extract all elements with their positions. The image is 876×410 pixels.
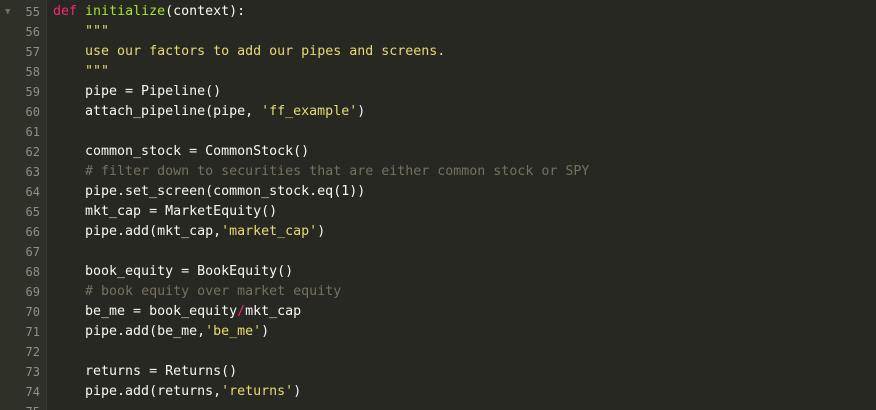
line-code: pipe.add(mkt_cap,'market_cap'): [53, 222, 325, 242]
line-code: attach_pipeline(pipe, 'ff_example'): [53, 102, 365, 122]
code-token-kw: def: [53, 4, 78, 19]
code-line[interactable]: 59 pipe = Pipeline(): [0, 82, 876, 102]
code-token-str: """: [85, 24, 110, 39]
code-line[interactable]: 64 pipe.set_screen(common_stock.eq(1)): [0, 182, 876, 202]
code-token-plain: pipe.add(returns,: [53, 384, 222, 399]
line-number: 66: [25, 225, 40, 239]
line-number: 70: [25, 305, 40, 319]
line-code: pipe.set_screen(common_stock.eq(1)): [53, 182, 365, 202]
line-number: 63: [25, 165, 40, 179]
line-number: 60: [25, 105, 40, 119]
code-line[interactable]: 57 use our factors to add our pipes and …: [0, 42, 876, 62]
line-number: 55: [25, 5, 40, 19]
line-number: 71: [25, 325, 40, 339]
line-code: be_me = book_equity/mkt_cap: [53, 302, 301, 322]
code-token-plain: returns = Returns(): [53, 364, 238, 379]
code-token-com: # filter down to securities that are eit…: [85, 164, 590, 179]
code-line[interactable]: 75: [0, 402, 876, 410]
line-number: 58: [25, 65, 40, 79]
line-number: 61: [25, 125, 40, 139]
code-token-plain: attach_pipeline(pipe,: [53, 104, 262, 119]
line-number: 73: [25, 365, 40, 379]
line-number: 62: [25, 145, 40, 159]
code-token-plain: ): [317, 224, 326, 239]
line-number: 56: [25, 25, 40, 39]
code-line[interactable]: 72: [0, 342, 876, 362]
code-token-op: /: [237, 304, 246, 319]
code-line[interactable]: 67: [0, 242, 876, 262]
code-token-str: 'ff_example': [261, 104, 358, 119]
code-token-plain: pipe.add(mkt_cap,: [53, 224, 222, 239]
code-line[interactable]: 66 pipe.add(mkt_cap,'market_cap'): [0, 222, 876, 242]
code-line[interactable]: 71 pipe.add(be_me,'be_me'): [0, 322, 876, 342]
line-code: pipe = Pipeline(): [53, 82, 221, 102]
code-line[interactable]: 70 be_me = book_equity/mkt_cap: [0, 302, 876, 322]
code-editor[interactable]: ▼ 55 def initialize(context): 56 """ 57 use …: [0, 0, 876, 410]
line-number: 65: [25, 205, 40, 219]
code-line[interactable]: 60 attach_pipeline(pipe, 'ff_example'): [0, 102, 876, 122]
line-code: mkt_cap = MarketEquity(): [53, 202, 277, 222]
code-token-str: """: [85, 64, 110, 79]
code-line[interactable]: 74 pipe.add(returns,'returns'): [0, 382, 876, 402]
line-code: pipe.add(be_me,'be_me'): [53, 322, 269, 342]
code-token-plain: mkt_cap = MarketEquity(): [53, 204, 278, 219]
code-token-str: 'market_cap': [221, 224, 318, 239]
code-token-str: 'be_me': [205, 324, 262, 339]
code-token-plain: pipe.set_screen(common_stock.eq(1)): [53, 184, 366, 199]
code-line[interactable]: 62 common_stock = CommonStock(): [0, 142, 876, 162]
code-token-plain: ): [261, 324, 270, 339]
code-line[interactable]: 65 mkt_cap = MarketEquity(): [0, 202, 876, 222]
line-code: # filter down to securities that are eit…: [53, 162, 589, 182]
code-token-com: # book equity over market equity: [85, 284, 342, 299]
code-token-plain: ): [357, 104, 366, 119]
code-token-fn: initialize: [85, 4, 166, 19]
line-code: use our factors to add our pipes and scr…: [53, 42, 445, 62]
code-line[interactable]: 69 # book equity over market equity: [0, 282, 876, 302]
line-code: """: [53, 22, 109, 42]
code-token-str: use our factors to add our pipes and scr…: [85, 44, 446, 59]
code-line[interactable]: 56 """: [0, 22, 876, 42]
line-code: common_stock = CommonStock(): [53, 142, 309, 162]
code-token-plain: common_stock = CommonStock(): [53, 144, 310, 159]
line-code: """: [53, 62, 109, 82]
line-number: 67: [25, 245, 40, 259]
line-number: 69: [25, 285, 40, 299]
line-number: 74: [25, 385, 40, 399]
code-token-str: 'returns': [221, 384, 294, 399]
code-line[interactable]: 63 # filter down to securities that are …: [0, 162, 876, 182]
code-line[interactable]: 58 """: [0, 62, 876, 82]
code-line[interactable]: 68 book_equity = BookEquity(): [0, 262, 876, 282]
code-line[interactable]: 73 returns = Returns(): [0, 362, 876, 382]
code-token-plain: book_equity = BookEquity(): [53, 264, 294, 279]
line-number: 59: [25, 85, 40, 99]
code-token-plain: (context):: [165, 4, 246, 19]
line-code: book_equity = BookEquity(): [53, 262, 293, 282]
line-code: def initialize(context):: [53, 2, 245, 22]
line-code: returns = Returns(): [53, 362, 237, 382]
code-token-plain: pipe = Pipeline(): [53, 84, 222, 99]
line-number: 68: [25, 265, 40, 279]
line-number: 57: [25, 45, 40, 59]
code-line[interactable]: ▼ 55 def initialize(context):: [0, 2, 876, 22]
code-token-plain: ): [293, 384, 302, 399]
line-code: # book equity over market equity: [53, 282, 341, 302]
line-number: 64: [25, 185, 40, 199]
code-token-plain: pipe.add(be_me,: [53, 324, 206, 339]
code-line[interactable]: 61: [0, 122, 876, 142]
line-code: pipe.add(returns,'returns'): [53, 382, 301, 402]
line-number: 75: [0, 402, 40, 410]
code-token-plain: mkt_cap: [245, 304, 302, 319]
line-number: 72: [25, 345, 40, 359]
code-token-plain: be_me = book_equity: [53, 304, 238, 319]
